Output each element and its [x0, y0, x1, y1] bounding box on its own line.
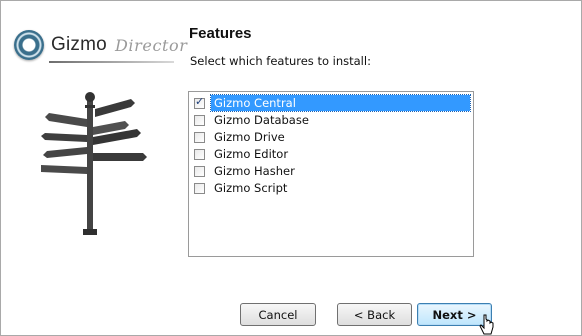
- lifebuoy-icon: [14, 30, 44, 60]
- feature-label: Gizmo Drive: [214, 130, 285, 144]
- checkbox[interactable]: [194, 165, 205, 177]
- page-title: Features: [189, 25, 252, 42]
- signpost-illustration: [41, 92, 147, 235]
- page-subtitle: Select which features to install:: [190, 54, 371, 68]
- mouse-cursor-icon: [479, 314, 494, 335]
- list-item[interactable]: Gizmo Database: [194, 112, 312, 128]
- list-item[interactable]: Gizmo Hasher: [194, 163, 298, 179]
- feature-label: Gizmo Central: [210, 94, 471, 112]
- checkbox[interactable]: [194, 131, 205, 143]
- logo-underline: [49, 61, 174, 63]
- back-button[interactable]: < Back: [337, 303, 412, 326]
- checkbox[interactable]: [194, 114, 205, 126]
- checkbox[interactable]: [194, 95, 205, 109]
- feature-label: Gizmo Script: [214, 181, 288, 195]
- checkbox[interactable]: [194, 148, 205, 160]
- installer-window: Gizmo Director Features Select which fea…: [0, 0, 582, 336]
- list-item[interactable]: Gizmo Editor: [194, 146, 291, 162]
- logo-tagline: Director: [115, 36, 188, 55]
- features-list[interactable]: Gizmo Central Gizmo Database Gizmo Drive…: [188, 91, 474, 257]
- feature-label: Gizmo Hasher: [214, 164, 295, 178]
- feature-label: Gizmo Database: [214, 113, 309, 127]
- feature-label: Gizmo Editor: [214, 147, 289, 161]
- checkbox[interactable]: [194, 182, 205, 194]
- list-item[interactable]: Gizmo Central: [194, 94, 471, 112]
- gizmo-director-logo: Gizmo Director: [11, 27, 187, 67]
- list-item[interactable]: Gizmo Script: [194, 180, 290, 196]
- cancel-button[interactable]: Cancel: [240, 303, 316, 326]
- list-item[interactable]: Gizmo Drive: [194, 129, 288, 145]
- logo-name: Gizmo: [51, 34, 107, 55]
